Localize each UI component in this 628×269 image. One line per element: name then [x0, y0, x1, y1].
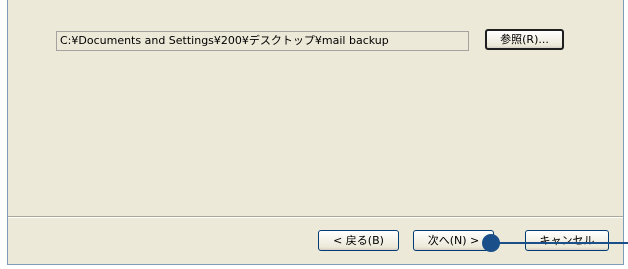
cancel-button-label: キャンセル	[539, 234, 595, 247]
browse-button-label: 参照(R)...	[500, 33, 549, 46]
cancel-button[interactable]: キャンセル	[525, 230, 609, 251]
back-button[interactable]: < 戻る(B)	[318, 230, 399, 251]
callout-line	[490, 242, 628, 244]
browse-button[interactable]: 参照(R)...	[485, 29, 564, 50]
next-button-label: 次へ(N) >	[427, 234, 480, 247]
footer-separator	[8, 216, 623, 218]
folder-path-field[interactable]: C:¥Documents and Settings¥200¥デスクトップ¥mai…	[56, 31, 469, 51]
back-button-label: < 戻る(B)	[333, 234, 384, 247]
wizard-dialog: C:¥Documents and Settings¥200¥デスクトップ¥mai…	[7, 0, 624, 265]
callout-dot	[482, 234, 500, 252]
